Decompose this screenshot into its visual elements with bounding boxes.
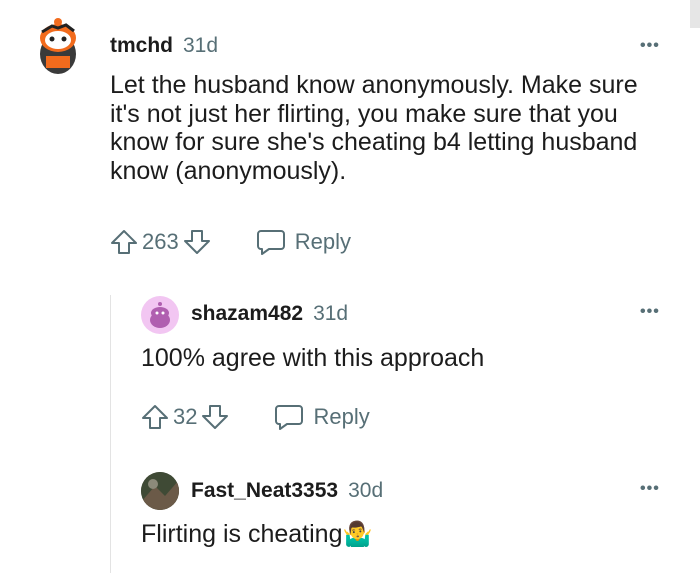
downvote-icon[interactable] bbox=[201, 403, 229, 431]
comment-timestamp: 31d bbox=[313, 302, 349, 325]
downvote-icon[interactable] bbox=[183, 228, 211, 256]
comment-timestamp: 31d bbox=[183, 34, 219, 57]
snoo-avatar-icon bbox=[40, 18, 76, 74]
comment-bubble-icon bbox=[256, 230, 285, 255]
upvote-icon[interactable] bbox=[141, 403, 169, 431]
vote-count: 32 bbox=[173, 404, 198, 429]
thread-line bbox=[110, 295, 111, 573]
comment-body: Flirting is cheating bbox=[141, 520, 343, 548]
comment-username[interactable]: shazam482 bbox=[191, 302, 303, 326]
snoo-avatar-icon bbox=[150, 302, 170, 328]
comment-bubble-icon bbox=[275, 405, 304, 430]
upvote-icon[interactable] bbox=[110, 228, 138, 256]
avatar[interactable] bbox=[36, 16, 80, 76]
more-options-button[interactable]: ••• bbox=[640, 37, 660, 55]
comment-timestamp: 30d bbox=[348, 479, 384, 502]
comment-body: 100% agree with this approach bbox=[141, 344, 485, 372]
profile-photo-icon bbox=[141, 472, 179, 510]
comment-username[interactable]: Fast_Neat3353 bbox=[191, 479, 338, 503]
more-options-button[interactable]: ••• bbox=[640, 480, 660, 498]
scrollbar[interactable] bbox=[690, 0, 700, 28]
comment-body: Let the husband know anonymously. Make s… bbox=[110, 71, 638, 185]
reply-button[interactable]: Reply bbox=[255, 228, 351, 256]
avatar[interactable] bbox=[141, 296, 179, 334]
reply-label: Reply bbox=[294, 229, 351, 254]
shrug-emoji-icon: 🤷‍♂️ bbox=[342, 520, 373, 548]
reply-label: Reply bbox=[313, 404, 370, 429]
vote-count: 263 bbox=[142, 229, 179, 254]
reply-button[interactable]: Reply bbox=[273, 403, 370, 431]
avatar[interactable] bbox=[141, 472, 179, 510]
more-options-button[interactable]: ••• bbox=[640, 303, 660, 321]
comment-username[interactable]: tmchd bbox=[110, 34, 173, 58]
